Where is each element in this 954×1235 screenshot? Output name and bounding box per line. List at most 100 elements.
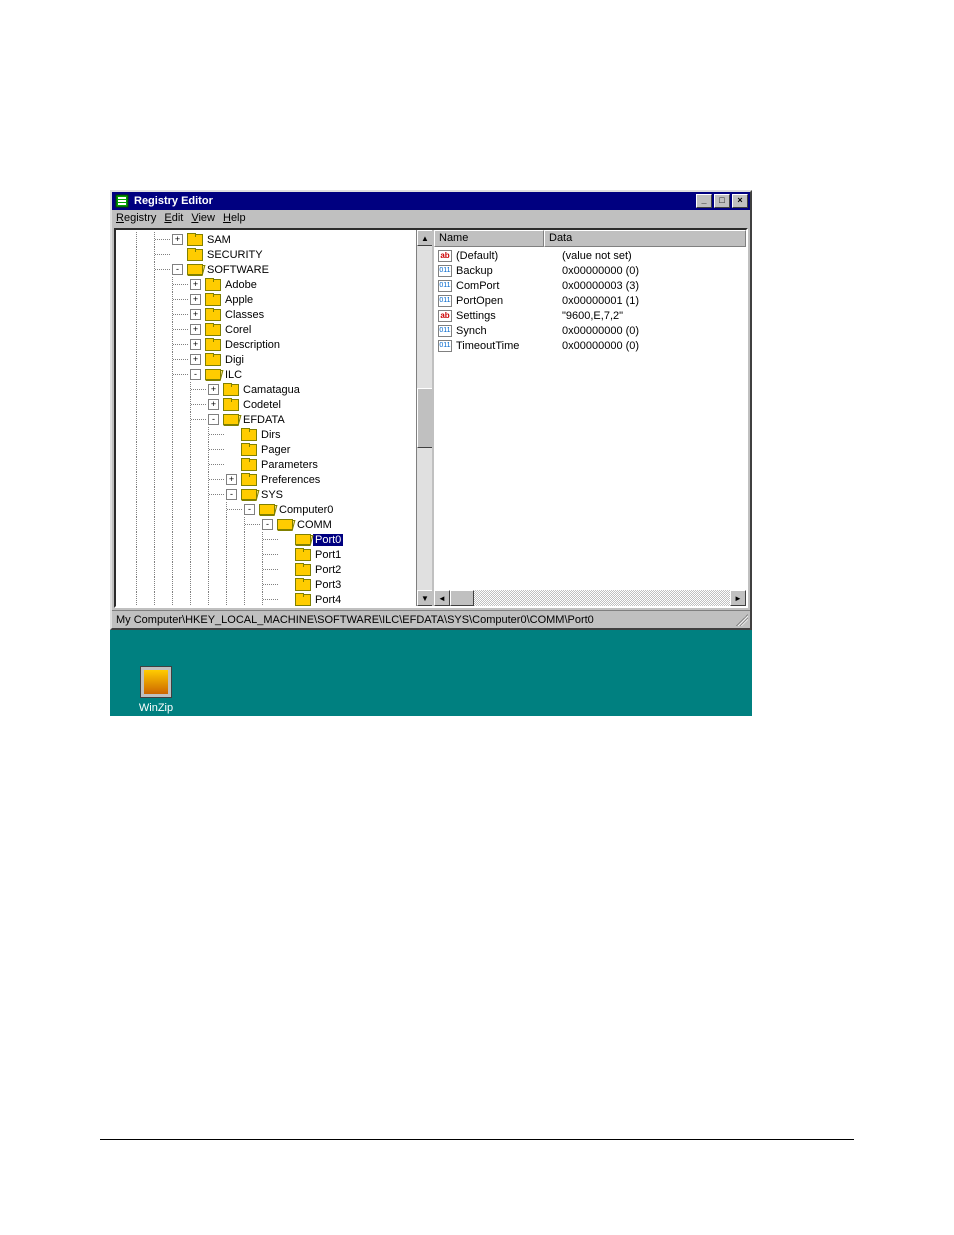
tree-label[interactable]: Port1 bbox=[313, 549, 343, 561]
expander-icon[interactable]: + bbox=[190, 339, 201, 350]
expander-icon[interactable]: - bbox=[226, 489, 237, 500]
value-row-comport[interactable]: 011ComPort0x00000003 (3) bbox=[434, 278, 746, 293]
tree-label[interactable]: EFDATA bbox=[241, 414, 287, 426]
minimize-button[interactable]: _ bbox=[696, 194, 712, 208]
column-name[interactable]: Name bbox=[434, 230, 544, 247]
binary-value-icon: 011 bbox=[437, 264, 453, 278]
scroll-right-button[interactable]: ► bbox=[730, 590, 746, 606]
tree-item-preferences[interactable]: + Preferences bbox=[118, 472, 432, 487]
binary-value-icon: 011 bbox=[437, 279, 453, 293]
tree-label[interactable]: Camatagua bbox=[241, 384, 302, 396]
value-row-settings[interactable]: abSettings"9600,E,7,2" bbox=[434, 308, 746, 323]
scroll-left-button[interactable]: ◄ bbox=[434, 590, 450, 606]
tree-item-efdata[interactable]: - EFDATA bbox=[118, 412, 432, 427]
expander-icon[interactable]: + bbox=[208, 399, 219, 410]
tree-label[interactable]: Corel bbox=[223, 324, 253, 336]
tree-item-port2[interactable]: Port2 bbox=[118, 562, 432, 577]
expander-icon[interactable]: - bbox=[172, 264, 183, 275]
menu-registry[interactable]: Registry bbox=[116, 212, 156, 224]
binary-value-icon: 011 bbox=[437, 294, 453, 308]
tree-label[interactable]: SAM bbox=[205, 234, 233, 246]
expander-icon[interactable]: + bbox=[190, 324, 201, 335]
tree-label[interactable]: Description bbox=[223, 339, 282, 351]
tree-item-sam[interactable]: + SAM bbox=[118, 232, 432, 247]
tree-label[interactable]: Adobe bbox=[223, 279, 259, 291]
scroll-up-button[interactable]: ▲ bbox=[417, 230, 433, 246]
folder-icon bbox=[241, 428, 257, 441]
value-row-portopen[interactable]: 011PortOpen0x00000001 (1) bbox=[434, 293, 746, 308]
column-data[interactable]: Data bbox=[544, 230, 746, 247]
tree-label[interactable]: Codetel bbox=[241, 399, 283, 411]
expander-icon[interactable]: + bbox=[190, 309, 201, 320]
resize-grip[interactable] bbox=[736, 614, 748, 626]
tree-label[interactable]: Parameters bbox=[259, 459, 320, 471]
expander-icon[interactable]: + bbox=[190, 354, 201, 365]
tree-label[interactable]: ILC bbox=[223, 369, 244, 381]
tree-item-classes[interactable]: + Classes bbox=[118, 307, 432, 322]
tree-item-pager[interactable]: Pager bbox=[118, 442, 432, 457]
desktop-icon-winzip[interactable]: WinZip bbox=[126, 666, 186, 714]
tree-item-apple[interactable]: + Apple bbox=[118, 292, 432, 307]
tree-item-parameters[interactable]: Parameters bbox=[118, 457, 432, 472]
tree-item-dirs[interactable]: Dirs bbox=[118, 427, 432, 442]
expander-icon[interactable]: - bbox=[262, 519, 273, 530]
scroll-down-button[interactable]: ▼ bbox=[417, 590, 433, 606]
tree-label[interactable]: Apple bbox=[223, 294, 255, 306]
tree-label[interactable]: Dirs bbox=[259, 429, 283, 441]
tree-label[interactable]: Preferences bbox=[259, 474, 322, 486]
tree-item-codetel[interactable]: + Codetel bbox=[118, 397, 432, 412]
tree-pane[interactable]: + SAM SECURITY - SOFTWARE + Adobe + Apple + Classe… bbox=[116, 230, 434, 606]
tree-label[interactable]: Port4 bbox=[313, 594, 343, 606]
tree-label[interactable]: SOFTWARE bbox=[205, 264, 271, 276]
hscroll-thumb[interactable] bbox=[450, 590, 474, 606]
close-button[interactable]: × bbox=[732, 194, 748, 208]
tree-item-port0[interactable]: Port0 bbox=[118, 532, 432, 547]
tree-label[interactable]: Port3 bbox=[313, 579, 343, 591]
tree-label[interactable]: Port0 bbox=[313, 534, 343, 546]
list-hscroll[interactable]: ◄ ► bbox=[434, 590, 746, 606]
menu-view[interactable]: View bbox=[191, 212, 215, 224]
expander-icon[interactable]: + bbox=[190, 279, 201, 290]
tree-item-digi[interactable]: + Digi bbox=[118, 352, 432, 367]
value-row-timeouttime[interactable]: 011TimeoutTime0x00000000 (0) bbox=[434, 338, 746, 353]
tree-label[interactable]: Computer0 bbox=[277, 504, 335, 516]
tree-item-camatagua[interactable]: + Camatagua bbox=[118, 382, 432, 397]
folder-icon bbox=[241, 473, 257, 486]
tree-label[interactable]: Pager bbox=[259, 444, 292, 456]
tree-label[interactable]: Classes bbox=[223, 309, 266, 321]
value-row-backup[interactable]: 011Backup0x00000000 (0) bbox=[434, 263, 746, 278]
tree-item-computer0[interactable]: - Computer0 bbox=[118, 502, 432, 517]
tree-label[interactable]: COMM bbox=[295, 519, 334, 531]
expander-icon[interactable]: - bbox=[208, 414, 219, 425]
tree-label[interactable]: Digi bbox=[223, 354, 246, 366]
expander-icon[interactable]: + bbox=[190, 294, 201, 305]
titlebar[interactable]: Registry Editor _ □ × bbox=[112, 192, 750, 210]
tree-label[interactable]: SYS bbox=[259, 489, 285, 501]
list-pane[interactable]: Name Data ab(Default)(value not set)011B… bbox=[434, 230, 746, 606]
tree-item-ilc[interactable]: - ILC bbox=[118, 367, 432, 382]
menu-help[interactable]: Help bbox=[223, 212, 246, 224]
tree-label[interactable]: Port2 bbox=[313, 564, 343, 576]
menu-edit[interactable]: Edit bbox=[164, 212, 183, 224]
scroll-thumb[interactable] bbox=[417, 388, 433, 448]
value-row-synch[interactable]: 011Synch0x00000000 (0) bbox=[434, 323, 746, 338]
tree-item-security[interactable]: SECURITY bbox=[118, 247, 432, 262]
tree-item-port3[interactable]: Port3 bbox=[118, 577, 432, 592]
tree-item-corel[interactable]: + Corel bbox=[118, 322, 432, 337]
tree-item-sys[interactable]: - SYS bbox=[118, 487, 432, 502]
expander-icon[interactable]: - bbox=[190, 369, 201, 380]
tree-item-port4[interactable]: Port4 bbox=[118, 592, 432, 606]
value-row-default[interactable]: ab(Default)(value not set) bbox=[434, 248, 746, 263]
tree-scrollbar[interactable]: ▲ ▼ bbox=[416, 230, 432, 606]
tree-item-port1[interactable]: Port1 bbox=[118, 547, 432, 562]
tree-item-adobe[interactable]: + Adobe bbox=[118, 277, 432, 292]
maximize-button[interactable]: □ bbox=[714, 194, 730, 208]
tree-item-software[interactable]: - SOFTWARE bbox=[118, 262, 432, 277]
expander-icon[interactable]: - bbox=[244, 504, 255, 515]
expander-icon[interactable]: + bbox=[226, 474, 237, 485]
tree-label[interactable]: SECURITY bbox=[205, 249, 265, 261]
tree-item-comm[interactable]: - COMM bbox=[118, 517, 432, 532]
expander-icon[interactable]: + bbox=[208, 384, 219, 395]
tree-item-description[interactable]: + Description bbox=[118, 337, 432, 352]
expander-icon[interactable]: + bbox=[172, 234, 183, 245]
